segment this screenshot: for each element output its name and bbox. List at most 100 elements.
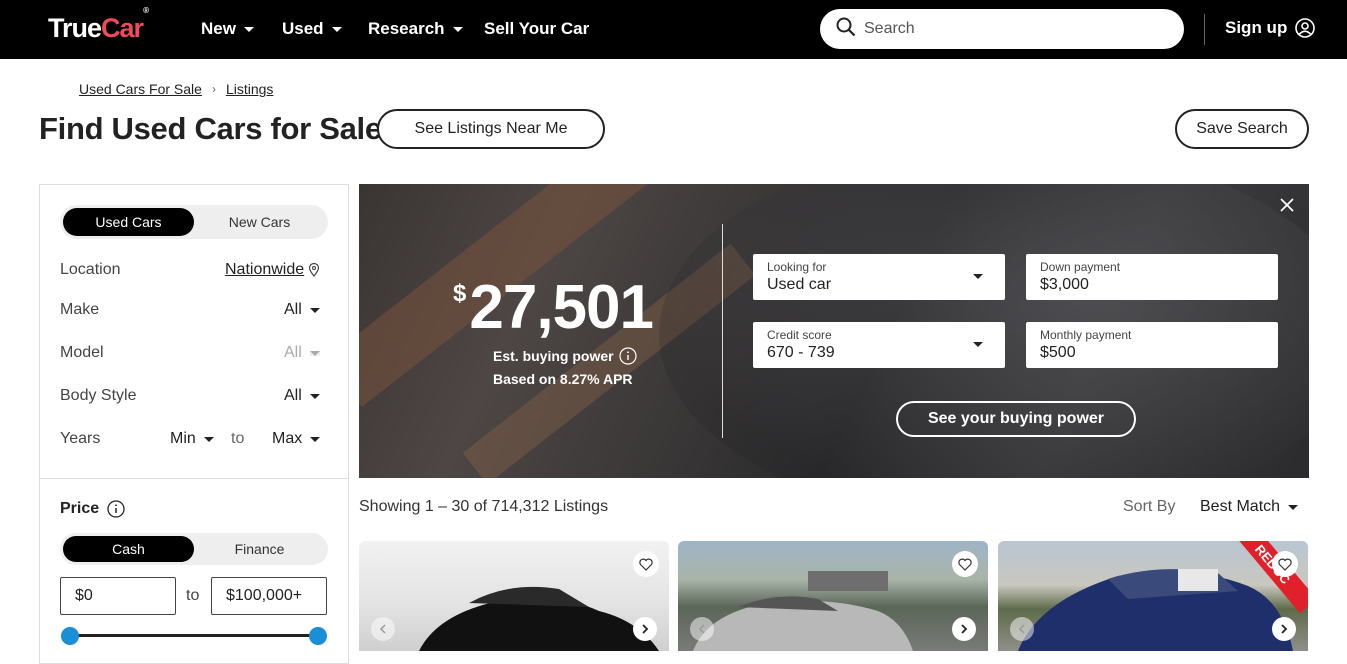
price-min-input[interactable]: $0	[60, 577, 176, 615]
chevron-right-icon[interactable]	[952, 617, 976, 641]
chevron-right-icon[interactable]	[633, 617, 657, 641]
body-style-dropdown[interactable]: All	[284, 387, 320, 405]
sign-up-label: Sign up	[1225, 18, 1288, 37]
down-payment-value: $3,000	[1040, 276, 1089, 293]
chevron-left-icon[interactable]	[1010, 617, 1034, 641]
location-selector[interactable]: Nationwide	[225, 261, 320, 279]
price-slider-min-handle[interactable]	[61, 627, 79, 645]
chevron-down-icon	[1288, 504, 1299, 510]
breadcrumb-separator-icon: ›	[211, 82, 216, 96]
chevron-left-icon[interactable]	[690, 617, 714, 641]
buying-power-amount: $ 27,501	[453, 272, 654, 343]
listing-card[interactable]: REDUC	[998, 541, 1308, 651]
logo-text-true: True	[48, 13, 102, 43]
chevron-down-icon	[452, 26, 463, 32]
credit-score-label: Credit score	[767, 328, 832, 342]
years-to-label: to	[231, 430, 245, 447]
price-max-input[interactable]: $100,000+	[211, 577, 327, 615]
tab-finance[interactable]: Finance	[194, 536, 325, 562]
buying-power-banner: $ 27,501 Est. buying power Based on 8.27…	[359, 184, 1309, 478]
truecar-logo[interactable]: TrueCar®	[48, 6, 149, 44]
chevron-down-icon	[973, 342, 983, 347]
logo-registered-mark: ®	[143, 6, 149, 15]
close-icon[interactable]	[1279, 197, 1295, 213]
chevron-down-icon	[309, 393, 320, 399]
sign-up-button[interactable]: Sign up	[1225, 18, 1316, 38]
search-box	[820, 9, 1184, 49]
tab-used-cars[interactable]: Used Cars	[63, 208, 194, 236]
search-icon	[836, 17, 856, 42]
listing-card[interactable]	[678, 541, 988, 651]
buying-power-dollar-sign: $	[453, 280, 466, 307]
search-input[interactable]	[864, 20, 1164, 38]
looking-for-dropdown[interactable]: Looking for Used car	[753, 254, 1005, 300]
chevron-right-icon[interactable]	[1272, 617, 1296, 641]
nav-used[interactable]: Used	[282, 19, 342, 39]
sort-by-value: Best Match	[1200, 498, 1281, 515]
price-to-label: to	[186, 587, 200, 604]
price-slider-max-handle[interactable]	[309, 627, 327, 645]
nav-new[interactable]: New	[201, 19, 254, 39]
make-label: Make	[60, 301, 100, 318]
price-label: Price	[60, 500, 100, 517]
years-label: Years	[60, 430, 101, 447]
price-heading: Price	[60, 500, 125, 518]
banner-divider	[722, 224, 723, 438]
tab-cash[interactable]: Cash	[63, 536, 194, 562]
chevron-left-icon[interactable]	[371, 617, 395, 641]
chevron-down-icon	[973, 274, 983, 279]
years-min-value: Min	[170, 430, 196, 447]
chevron-down-icon	[310, 436, 321, 442]
car-photo	[693, 571, 913, 651]
years-min-dropdown[interactable]: Min	[170, 430, 214, 448]
credit-score-value: 670 - 739	[767, 344, 835, 361]
info-icon[interactable]	[107, 500, 125, 518]
looking-for-label: Looking for	[767, 260, 827, 274]
favorite-heart-icon[interactable]	[952, 551, 978, 577]
location-label: Location	[60, 261, 121, 278]
make-dropdown[interactable]: All	[284, 301, 320, 319]
filter-divider	[40, 478, 348, 479]
nav-research-label: Research	[368, 19, 445, 38]
page-title: Find Used Cars for Sale	[39, 111, 382, 146]
save-search-button[interactable]: Save Search	[1175, 109, 1309, 149]
nav-research[interactable]: Research	[368, 19, 463, 39]
info-icon[interactable]	[618, 347, 637, 365]
favorite-heart-icon[interactable]	[1272, 551, 1298, 577]
nav-sell-label: Sell Your Car	[484, 19, 590, 38]
sort-by-dropdown[interactable]: Best Match	[1200, 498, 1299, 516]
est-buying-power: Est. buying power	[493, 347, 637, 365]
body-style-value: All	[284, 387, 302, 404]
body-style-label: Body Style	[60, 387, 137, 404]
est-buying-power-label: Est. buying power	[493, 348, 614, 364]
user-account-icon	[1295, 18, 1316, 38]
price-mode-toggle: Cash Finance	[60, 533, 328, 565]
nav-sell-your-car[interactable]: Sell Your Car	[484, 19, 589, 39]
down-payment-label: Down payment	[1040, 260, 1121, 274]
tab-new-cars[interactable]: New Cars	[194, 208, 325, 236]
logo-text-car: Car	[101, 13, 144, 43]
years-max-dropdown[interactable]: Max	[272, 430, 321, 448]
chevron-down-icon	[203, 436, 214, 442]
sort-by-label: Sort By	[1123, 498, 1176, 515]
filter-panel: Used Cars New Cars Location Nationwide M…	[39, 184, 349, 664]
top-nav-bar: TrueCar® New Used Research Sell Your Car…	[0, 0, 1347, 59]
breadcrumb: Used Cars For Sale › Listings	[79, 81, 273, 97]
favorite-heart-icon[interactable]	[633, 551, 659, 577]
years-max-value: Max	[272, 430, 303, 447]
buying-power-value: 27,501	[469, 273, 654, 342]
model-dropdown[interactable]: All	[284, 344, 320, 362]
chevron-down-icon	[309, 307, 320, 313]
nav-new-label: New	[201, 19, 236, 38]
breadcrumb-listings[interactable]: Listings	[226, 81, 273, 97]
see-buying-power-button[interactable]: See your buying power	[896, 401, 1136, 437]
see-listings-near-me-button[interactable]: See Listings Near Me	[377, 109, 605, 149]
divider	[1204, 14, 1205, 45]
credit-score-dropdown[interactable]: Credit score 670 - 739	[753, 322, 1005, 368]
monthly-payment-field[interactable]: Monthly payment $500	[1026, 322, 1278, 368]
down-payment-field[interactable]: Down payment $3,000	[1026, 254, 1278, 300]
listing-card[interactable]	[359, 541, 669, 651]
monthly-payment-label: Monthly payment	[1040, 328, 1132, 342]
breadcrumb-used-cars-for-sale[interactable]: Used Cars For Sale	[79, 81, 202, 97]
price-slider-track	[70, 634, 318, 637]
